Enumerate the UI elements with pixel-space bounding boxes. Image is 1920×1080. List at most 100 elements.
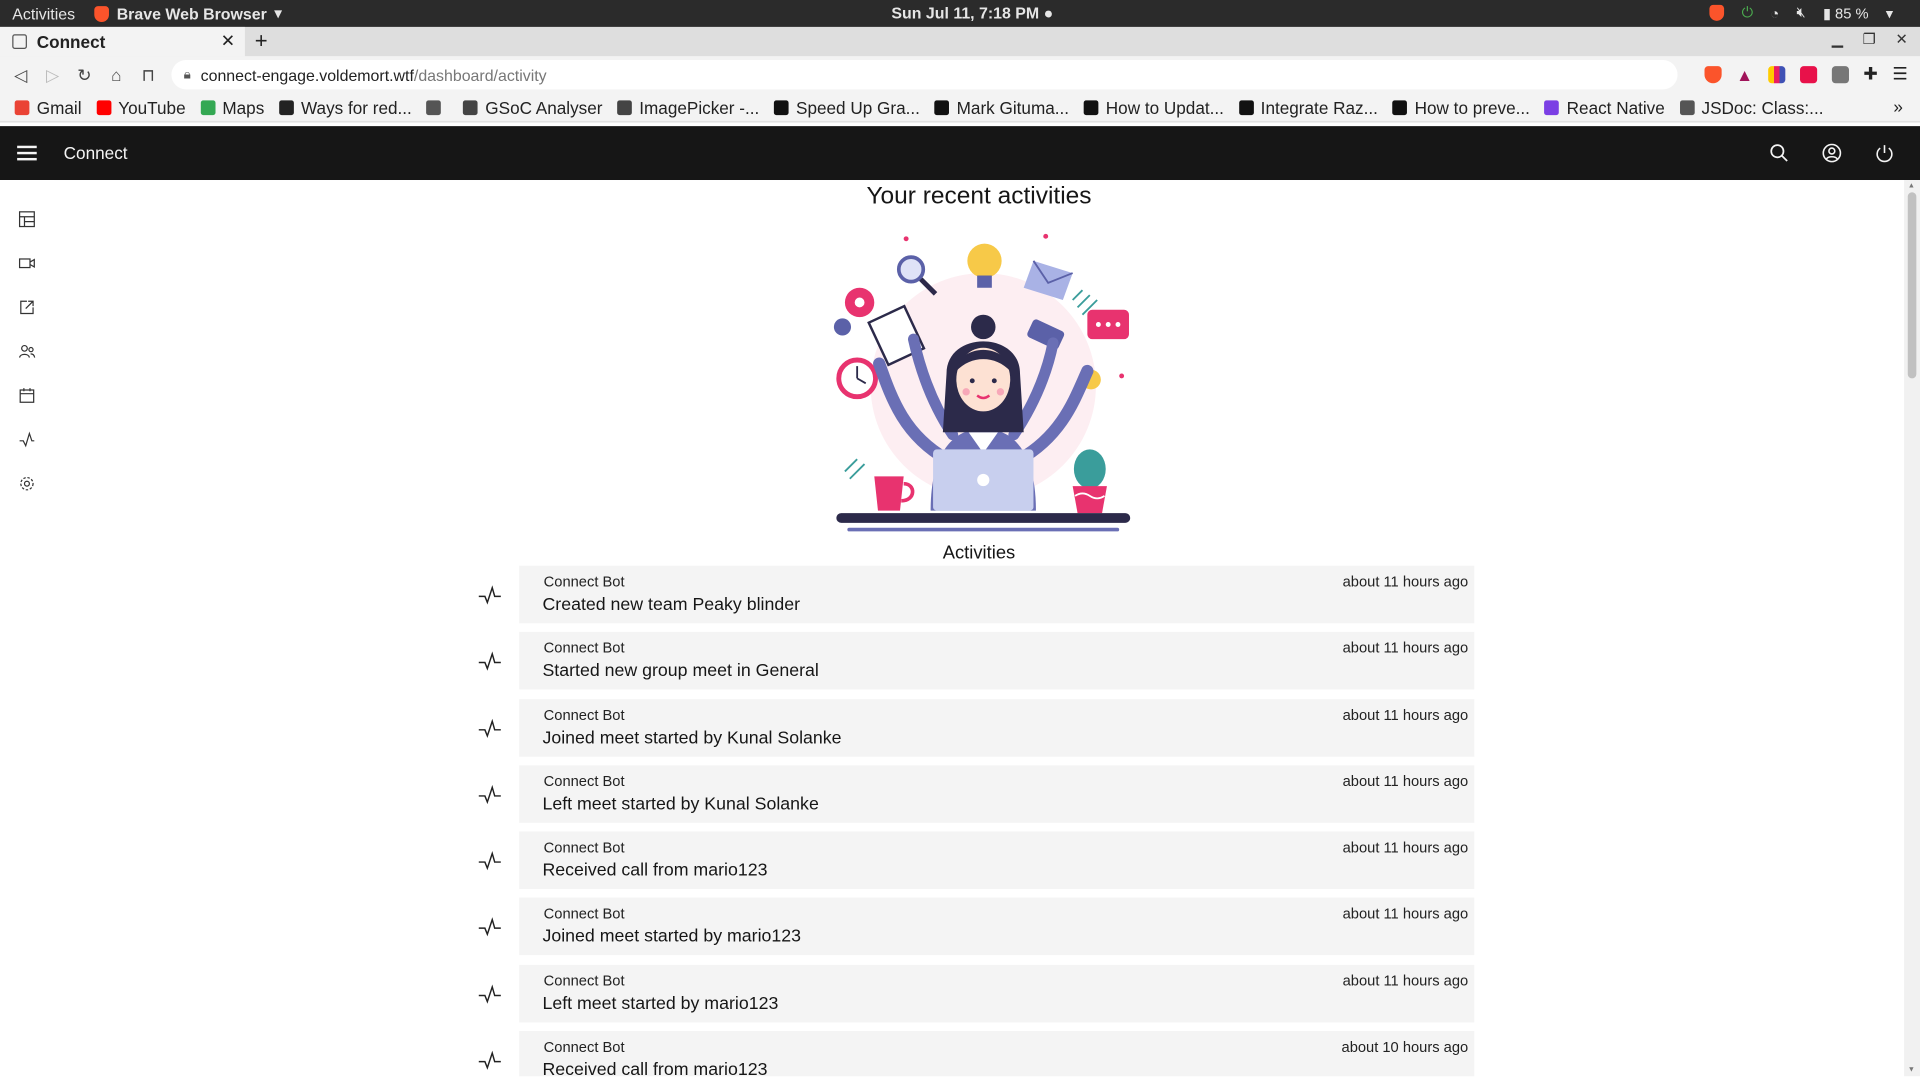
url-host: connect-engage.voldemort.wtf xyxy=(200,65,414,84)
reload-icon[interactable]: ↻ xyxy=(69,64,101,85)
bookmark-item[interactable]: How to preve... xyxy=(1392,97,1530,117)
bookmark-label: ImagePicker -... xyxy=(639,97,760,117)
search-icon xyxy=(1769,144,1788,162)
bookmark-label: JSDoc: Class:... xyxy=(1701,97,1824,117)
sidenav-item-video[interactable] xyxy=(0,241,54,285)
bookmark-item[interactable]: Mark Gituma... xyxy=(934,97,1069,117)
activity-time: about 11 hours ago xyxy=(1342,905,1469,923)
activity-card[interactable]: Connect Bot Started new group meet in Gen… xyxy=(519,632,1475,690)
activity-author: Connect Bot xyxy=(543,905,625,923)
gear-icon xyxy=(20,476,34,491)
clock[interactable]: Sun Jul 11, 7:18 PM ● xyxy=(891,4,1053,22)
notification-dot-icon: ● xyxy=(1043,3,1054,23)
bookmark-favicon-icon xyxy=(1544,99,1560,115)
brave-shields-icon[interactable] xyxy=(1704,65,1722,83)
activity-card[interactable]: Connect Bot Received call from mario123 ab… xyxy=(519,831,1475,890)
new-tab-button[interactable]: + xyxy=(255,28,268,54)
activity-card[interactable]: Connect Bot Left meet started by Kunal So… xyxy=(519,765,1475,823)
logout-button[interactable] xyxy=(1858,126,1911,180)
bookmark-item[interactable]: Maps xyxy=(200,97,264,117)
bookmark-item[interactable]: Gmail xyxy=(14,97,82,117)
scroll-up-arrow-icon[interactable]: ▲ xyxy=(1908,182,1915,189)
bookmark-item[interactable]: YouTube xyxy=(96,97,186,117)
bookmark-favicon-icon xyxy=(426,99,442,115)
activity-card[interactable]: Connect Bot Received call from mario123 ab… xyxy=(519,1031,1475,1077)
activity-author: Connect Bot xyxy=(543,971,625,990)
bookmark-item[interactable]: GSoC Analyser xyxy=(463,97,603,117)
restore-icon[interactable]: ❐ xyxy=(1863,31,1876,48)
scrollbar-thumb[interactable] xyxy=(1907,192,1917,379)
sidenav-item-share[interactable] xyxy=(0,285,54,329)
activity-author: Connect Bot xyxy=(543,772,625,790)
activity-card[interactable]: Connect Bot Left meet started by mario123… xyxy=(519,964,1475,1023)
bookmark-favicon-icon xyxy=(14,99,30,115)
bookmark-label: How to preve... xyxy=(1414,97,1530,117)
close-window-icon[interactable]: ✕ xyxy=(1895,31,1907,48)
tab-connect[interactable]: Connect ✕ xyxy=(0,26,245,57)
url-bar[interactable]: 🔒︎ connect-engage.voldemort.wtf/dashboar… xyxy=(171,60,1678,90)
search-button[interactable] xyxy=(1752,126,1805,180)
home-icon[interactable]: ⌂ xyxy=(100,65,132,85)
bookmark-favicon-icon xyxy=(278,99,294,115)
bookmark-favicon-icon xyxy=(463,99,478,115)
activity-time: about 10 hours ago xyxy=(1341,1038,1469,1056)
page-scrollbar[interactable]: ▲ ▼ xyxy=(1904,180,1920,1077)
brave-rewards-triangle-icon[interactable]: ▲ xyxy=(1736,64,1753,84)
bookmark-item[interactable]: React Native xyxy=(1544,97,1665,117)
extension-icon-2[interactable] xyxy=(1799,65,1817,83)
sidenav-item-teams[interactable] xyxy=(0,329,54,373)
activities-button[interactable]: Activities xyxy=(12,4,75,22)
bookmark-item[interactable] xyxy=(426,99,449,115)
activity-pulse-icon xyxy=(478,585,501,605)
activity-time: about 11 hours ago xyxy=(1342,839,1469,857)
bookmark-item[interactable]: Speed Up Gra... xyxy=(773,97,920,117)
activity-row: Connect Bot Received call from mario123 ab… xyxy=(478,831,1475,890)
activity-time: about 11 hours ago xyxy=(1342,573,1469,591)
activity-author: Connect Bot xyxy=(543,639,625,657)
forward-icon[interactable]: ▷ xyxy=(37,64,69,85)
more-bookmarks-icon[interactable]: » xyxy=(1893,97,1903,117)
app-title[interactable]: Connect xyxy=(64,143,128,163)
sidenav-item-dashboard[interactable] xyxy=(0,197,54,241)
multitasking-woman-illustration xyxy=(833,233,1131,532)
extension-icon-3[interactable] xyxy=(1831,65,1849,83)
sidenav-item-settings[interactable] xyxy=(0,462,54,506)
battery-percent: 85 % xyxy=(1835,4,1869,22)
activity-author: Connect Bot xyxy=(543,706,625,724)
profile-button[interactable] xyxy=(1805,126,1858,180)
bookmark-item[interactable]: How to Updat... xyxy=(1083,97,1224,117)
user-avatar-icon xyxy=(1821,143,1841,163)
activity-card[interactable]: Connect Bot Joined meet started by Kunal … xyxy=(519,698,1475,757)
app-menu[interactable]: Brave Web Browser ▾ xyxy=(94,4,282,24)
system-tray[interactable]: ⏻ ◔ 🔇︎ ▮ 85 % ▾ xyxy=(1709,4,1893,22)
puzzle-icon[interactable]: ✚ xyxy=(1863,64,1877,85)
bookmark-item[interactable]: Integrate Raz... xyxy=(1238,97,1378,117)
bookmark-item[interactable]: Ways for red... xyxy=(278,97,412,117)
hamburger-menu-icon[interactable] xyxy=(17,145,37,161)
bookmark-item[interactable]: ImagePicker -... xyxy=(617,97,759,117)
menu-icon[interactable]: ☰ xyxy=(1892,64,1907,85)
activity-message: Left meet started by mario123 xyxy=(542,994,779,1014)
activity-message: Started new group meet in General xyxy=(542,661,819,682)
extension-icon-1[interactable] xyxy=(1767,65,1785,83)
activity-pulse-icon xyxy=(478,718,501,738)
activity-row: Connect Bot Started new group meet in Gen… xyxy=(478,632,1475,690)
window-controls: ▁ ❐ ✕ xyxy=(1832,31,1908,48)
activity-card[interactable]: Connect Bot Created new team Peaky blinde… xyxy=(519,565,1475,624)
scroll-down-arrow-icon[interactable]: ▼ xyxy=(1908,1067,1915,1074)
power-icon xyxy=(1875,145,1893,163)
activity-pulse-icon xyxy=(478,984,501,1004)
activity-card[interactable]: Connect Bot Joined meet started by mario1… xyxy=(519,898,1475,956)
sidenav-item-calendar[interactable] xyxy=(0,373,54,417)
close-icon[interactable]: ✕ xyxy=(221,31,235,52)
tab-title: Connect xyxy=(36,31,106,52)
sidenav-item-activity[interactable] xyxy=(0,418,54,462)
bookmark-icon[interactable]: ⊓ xyxy=(132,64,164,85)
bookmark-favicon-icon xyxy=(934,99,950,115)
back-icon[interactable]: ◁ xyxy=(5,64,37,85)
activity-time: about 11 hours ago xyxy=(1342,706,1469,724)
minimize-icon[interactable]: ▁ xyxy=(1832,31,1843,48)
bookmark-label: YouTube xyxy=(118,97,186,117)
bookmark-item[interactable]: JSDoc: Class:... xyxy=(1679,97,1823,117)
bookmark-label: React Native xyxy=(1566,97,1665,117)
